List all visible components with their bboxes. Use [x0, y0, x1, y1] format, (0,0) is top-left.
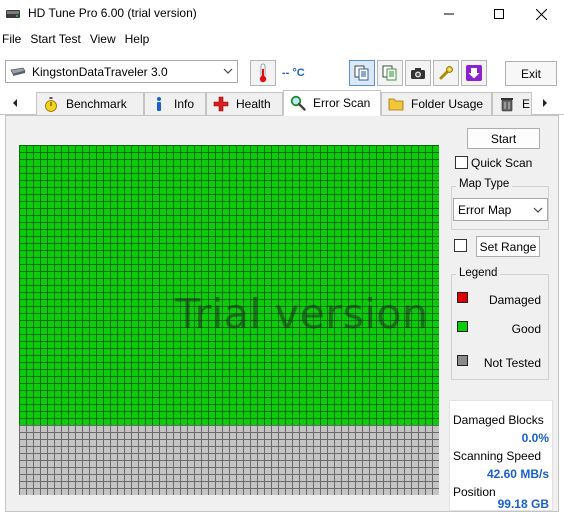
- quick-scan-checkbox[interactable]: [455, 156, 468, 169]
- chevron-down-icon: [533, 207, 543, 213]
- hdtune-app-icon: [6, 10, 20, 18]
- copy-all-button[interactable]: [377, 60, 403, 86]
- drive-select[interactable]: KingstonDataTraveler 3.0: [5, 60, 238, 83]
- trial-watermark: Trial version: [175, 290, 429, 338]
- close-icon: [535, 8, 547, 20]
- tab-folder-usage[interactable]: Folder Usage: [381, 92, 492, 115]
- temperature-button[interactable]: [250, 60, 276, 86]
- health-cross-icon: [213, 96, 229, 112]
- maximize-button[interactable]: [476, 0, 522, 28]
- screenshot-button[interactable]: [405, 60, 431, 86]
- scanning-speed-value: 42.60 MB/s: [486, 467, 549, 481]
- tab-label: Health: [236, 97, 271, 111]
- exit-button-label: Exit: [520, 66, 541, 81]
- wrench-icon: [439, 66, 453, 80]
- menu-start-test[interactable]: Start Test: [28, 29, 87, 49]
- legend-title: Legend: [456, 267, 501, 279]
- set-range-button-label: Set Range: [479, 239, 537, 254]
- tab-health[interactable]: Health: [206, 92, 283, 115]
- map-type-group-label: Map Type: [456, 178, 513, 190]
- chevron-down-icon: [223, 68, 233, 74]
- info-icon: [157, 97, 161, 111]
- tab-label: Info: [174, 97, 195, 111]
- maximize-icon: [494, 9, 504, 19]
- legend-label-good: Good: [511, 322, 541, 336]
- menu-view[interactable]: View: [88, 29, 123, 49]
- trash-icon: [501, 98, 513, 112]
- stopwatch-icon: [45, 97, 57, 112]
- tab-label: Error Scan: [313, 96, 371, 110]
- window-title: HD Tune Pro 6.00 (trial version): [28, 6, 197, 20]
- exit-button[interactable]: Exit: [505, 61, 557, 86]
- tab-erase[interactable]: E...: [492, 92, 532, 115]
- save-button[interactable]: [461, 60, 487, 86]
- map-blocks-not-tested: [19, 425, 439, 495]
- tab-benchmark[interactable]: Benchmark: [36, 92, 144, 115]
- menu-help[interactable]: Help: [123, 29, 157, 49]
- map-type-value: Error Map: [458, 202, 512, 217]
- quick-scan-label: Quick Scan: [471, 156, 533, 170]
- damaged-blocks-value: 0.0%: [521, 431, 549, 445]
- close-button[interactable]: [518, 0, 564, 28]
- tab-label: Folder Usage: [411, 97, 484, 111]
- damaged-blocks-label: Damaged Blocks: [453, 413, 544, 427]
- legend-swatch-damaged: [457, 292, 468, 303]
- drive-select-value: KingstonDataTraveler 3.0: [32, 64, 168, 79]
- tab-error-scan[interactable]: Error Scan: [283, 90, 381, 116]
- tab-label: Benchmark: [66, 97, 127, 111]
- copy-info-button[interactable]: [349, 60, 375, 86]
- legend-label-damaged: Damaged: [488, 293, 541, 307]
- scanning-speed-label: Scanning Speed: [453, 449, 542, 463]
- chevron-left-icon: [13, 99, 17, 107]
- download-arrow-icon: [466, 65, 482, 81]
- camera-icon: [411, 68, 425, 79]
- minimize-button[interactable]: [426, 0, 472, 28]
- menu-bar: File Start Test View Help: [0, 29, 564, 49]
- map-blocks-good: [19, 145, 439, 425]
- magnifier-icon: [290, 95, 306, 111]
- start-button-label: Start: [490, 131, 517, 146]
- menu-file[interactable]: File: [0, 29, 28, 49]
- tab-scroll-right[interactable]: [538, 95, 552, 111]
- folder-icon: [388, 98, 404, 111]
- tab-info[interactable]: Info: [144, 92, 206, 115]
- legend-label-not-tested: Not Tested: [483, 356, 541, 370]
- copy-all-icon: [382, 65, 397, 81]
- position-value: 99.18 GB: [497, 497, 549, 511]
- copy-icon: [354, 65, 369, 81]
- thermometer-icon: [259, 63, 267, 83]
- legend-swatch-not-tested: [457, 355, 468, 366]
- set-range-button[interactable]: Set Range: [476, 236, 540, 257]
- minimize-icon: [444, 13, 454, 15]
- options-button[interactable]: [433, 60, 459, 86]
- chevron-right-icon: [543, 99, 547, 107]
- map-type-select[interactable]: Error Map: [453, 198, 548, 221]
- title-bar: HD Tune Pro 6.00 (trial version): [0, 0, 564, 28]
- set-range-checkbox[interactable]: [454, 239, 467, 252]
- temperature-readout: -- °C: [282, 67, 305, 79]
- legend-swatch-good: [457, 321, 468, 332]
- start-button[interactable]: Start: [467, 128, 540, 149]
- drive-icon: [10, 67, 26, 76]
- tab-scroll-left[interactable]: [8, 95, 22, 111]
- tab-label: E...: [522, 97, 531, 111]
